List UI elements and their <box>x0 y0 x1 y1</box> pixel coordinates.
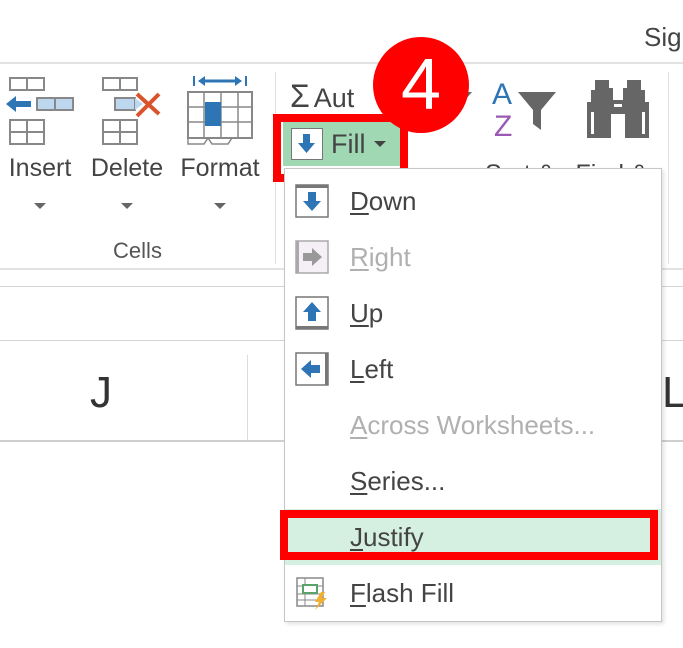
column-header-l[interactable]: L <box>662 368 683 418</box>
sort-filter-button[interactable]: A Z <box>490 78 560 145</box>
delete-label: Delete <box>90 154 164 182</box>
arrow-right-icon <box>295 240 329 274</box>
svg-text:A: A <box>492 78 512 111</box>
format-cells-icon <box>187 76 253 145</box>
ribbon-group-separator <box>668 72 669 264</box>
step-badge: 4 <box>373 37 469 133</box>
arrow-up-icon <box>295 296 329 330</box>
svg-text:Z: Z <box>494 110 512 140</box>
flash-fill-icon <box>295 576 329 610</box>
sort-filter-icon: A Z <box>492 78 556 143</box>
delete-cells-icon <box>102 77 161 145</box>
justify-highlight <box>280 510 658 560</box>
find-select-button[interactable] <box>585 78 651 145</box>
column-separator[interactable] <box>247 355 248 440</box>
menu-item-flash-fill[interactable]: Flash Fill <box>285 565 661 621</box>
format-cells-button[interactable]: Format <box>174 74 266 209</box>
menu-item-label: Up <box>350 297 384 328</box>
menu-item-label: Across Worksheets... <box>350 409 596 440</box>
menu-item-down[interactable]: Down <box>285 173 661 229</box>
menu-item-label: Series... <box>350 465 446 496</box>
insert-cells-icon <box>6 77 74 145</box>
menu-item-label: Down <box>350 185 417 216</box>
menu-item-right[interactable]: Right <box>285 229 661 285</box>
arrow-down-icon <box>295 184 329 218</box>
menu-item-series[interactable]: Series... <box>285 453 661 509</box>
delete-cells-button[interactable]: Delete <box>86 74 168 209</box>
chevron-down-icon <box>214 203 226 209</box>
chevron-down-icon <box>34 203 46 209</box>
arrow-left-icon <box>295 352 329 386</box>
sigma-icon: Σ <box>290 78 310 114</box>
column-header-j[interactable]: J <box>90 368 112 418</box>
menu-item-left[interactable]: Left <box>285 341 661 397</box>
insert-label: Insert <box>8 154 72 182</box>
menu-item-label: Flash Fill <box>350 577 455 608</box>
ribbon-group-partial-label: Sig <box>644 22 682 52</box>
autosum-label: Aut <box>313 83 355 113</box>
format-label: Format <box>180 154 260 182</box>
autosum-button[interactable]: Σ Aut <box>290 78 354 115</box>
menu-item-label: Right <box>350 241 411 272</box>
insert-cells-button[interactable]: Insert <box>0 74 80 209</box>
menu-item-up[interactable]: Up <box>285 285 661 341</box>
ribbon-top-border <box>0 62 683 64</box>
menu-item-label: Left <box>350 353 394 384</box>
binoculars-icon <box>587 80 649 138</box>
chevron-down-icon <box>121 203 133 209</box>
cells-group-label: Cells <box>113 238 162 263</box>
menu-item-across-worksheets[interactable]: Across Worksheets... <box>285 397 661 453</box>
